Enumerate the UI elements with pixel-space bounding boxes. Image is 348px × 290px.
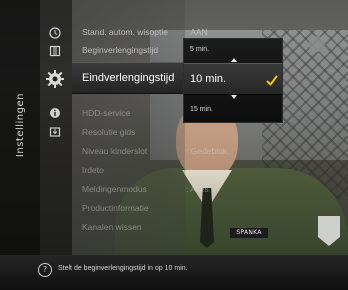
selected-menu-row[interactable]: Eindverlengingstijd: [72, 62, 185, 94]
menu-item-kanalen-wissen[interactable]: Kanalen wissen: [82, 218, 232, 236]
dropdown-selected-option[interactable]: 10 min.: [184, 63, 282, 95]
menu-item-label: Niveau kinderslot: [82, 146, 148, 156]
menu-item-label: Resolutie gids: [82, 127, 136, 137]
dropdown-option[interactable]: 15 min.: [190, 103, 260, 117]
menu-item-label: Meldingenmodus: [82, 184, 147, 194]
menu-item-productinformatie[interactable]: Productinformatie: [82, 199, 232, 217]
clock-icon[interactable]: [46, 24, 64, 42]
menu-item-label: HDD-service: [82, 108, 131, 118]
tv-screen: SPANKA Instellingen Stand. autom. wisopt…: [0, 0, 348, 290]
arrow-up-icon[interactable]: [231, 58, 237, 62]
dropdown-option[interactable]: 5 min.: [190, 43, 260, 57]
side-title-text: Instellingen: [14, 92, 26, 158]
help-icon: ?: [38, 263, 52, 277]
check-icon: [266, 72, 278, 91]
menu-item-meldingenmodus[interactable]: Meldingenmodus: [82, 180, 232, 198]
menu-item-label: Irdeto: [82, 165, 104, 175]
menu-value-text: Gedeblok.: [190, 146, 230, 156]
menu-item-label: Stand. autom. wisoptie: [82, 27, 168, 37]
import-icon[interactable]: [46, 123, 64, 141]
menu-value-text: Alles: [190, 184, 209, 194]
value-dropdown[interactable]: 5 min. 10 min. 15 min.: [183, 38, 283, 123]
help-text: Stelt de beginverlengingstijd in op 10 m…: [58, 265, 188, 272]
menu-item-value: : Gedeblok.: [186, 146, 230, 156]
film-icon[interactable]: [46, 42, 64, 60]
dropdown-selected-label: 10 min.: [190, 73, 227, 85]
name-patch-text: SPANKA: [236, 229, 262, 236]
menu-item-resolutie-gids[interactable]: Resolutie gids: [82, 123, 232, 141]
menu-item-value: : Alles: [186, 184, 209, 194]
gear-icon[interactable]: [44, 68, 66, 90]
menu-item-label: Productinformatie: [82, 203, 149, 213]
menu-item-label: Kanalen wissen: [82, 222, 142, 232]
side-title: Instellingen: [0, 0, 40, 250]
menu-item-label: Beginverlengingstijd: [82, 45, 159, 55]
menu-item-irdeto[interactable]: Irdeto: [82, 161, 232, 179]
selected-menu-label: Eindverlengingstijd: [82, 72, 175, 84]
arrow-down-icon[interactable]: [231, 95, 237, 99]
menu-value-text: AAN: [190, 27, 208, 37]
channel-logo-icon: [309, 36, 325, 52]
help-bar: ? Stelt de beginverlengingstijd in op 10…: [0, 255, 348, 290]
info-icon[interactable]: [46, 104, 64, 122]
